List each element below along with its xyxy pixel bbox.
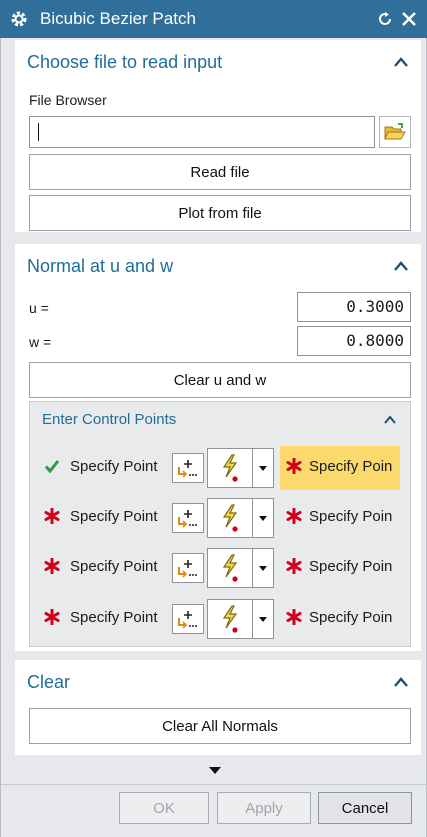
- read-file-button[interactable]: Read file: [29, 154, 411, 190]
- normal-section-header[interactable]: Normal at u and w: [15, 244, 421, 288]
- point-type-dropdown[interactable]: [252, 548, 274, 588]
- control-points-group: Enter Control Points Specify Point Specif…: [29, 401, 411, 647]
- inferred-point-button[interactable]: [207, 448, 253, 488]
- title-bar: Bicubic Bezier Patch: [0, 0, 427, 38]
- control-points-header[interactable]: Enter Control Points: [30, 402, 410, 436]
- section-title: Choose file to read input: [27, 51, 223, 72]
- required-star-icon: [286, 609, 302, 625]
- file-input-section: Choose file to read input File Browser R…: [15, 40, 421, 232]
- control-point-row: Specify Point Specify Poin: [30, 597, 412, 639]
- point-dialog-button[interactable]: [172, 553, 204, 583]
- close-icon[interactable]: [399, 8, 419, 30]
- chevron-down-icon: [208, 767, 221, 774]
- required-star-icon: [44, 508, 60, 524]
- more-options-expander[interactable]: [1, 762, 427, 780]
- point-type-dropdown[interactable]: [252, 599, 274, 639]
- file-path-input[interactable]: [29, 116, 375, 148]
- w-value-input[interactable]: 0.8000: [297, 326, 411, 356]
- footer-divider: [1, 784, 427, 785]
- checkmark-icon: [44, 458, 60, 474]
- control-point-row: Specify Point Specify Poin: [30, 546, 412, 588]
- specify-point-label[interactable]: Specify Poin: [309, 558, 392, 575]
- u-value-input[interactable]: 0.3000: [297, 292, 411, 322]
- point-dialog-button[interactable]: [172, 453, 204, 483]
- specify-point-label[interactable]: Specify Point: [70, 458, 158, 475]
- required-star-icon: [286, 458, 302, 474]
- dialog-title: Bicubic Bezier Patch: [40, 9, 196, 28]
- point-dialog-button[interactable]: [172, 604, 204, 634]
- control-point-row: Specify Point Specify Poin: [30, 496, 412, 538]
- folder-open-icon: [384, 123, 406, 140]
- inferred-point-button[interactable]: [207, 548, 253, 588]
- file-browser-label: File Browser: [29, 92, 107, 108]
- gear-icon[interactable]: [8, 8, 30, 30]
- specify-point-label[interactable]: Specify Poin: [309, 458, 392, 475]
- clear-section: Clear Clear All Normals: [15, 660, 421, 755]
- chevron-up-icon[interactable]: [393, 675, 409, 689]
- cancel-button[interactable]: Cancel: [318, 792, 412, 824]
- group-title: Enter Control Points: [42, 410, 177, 428]
- point-type-dropdown[interactable]: [252, 448, 274, 488]
- point-dialog-button[interactable]: [172, 503, 204, 533]
- specify-point-label[interactable]: Specify Poin: [309, 508, 392, 525]
- w-label: w =: [29, 334, 52, 350]
- section-title: Clear: [27, 671, 71, 692]
- u-label: u =: [29, 300, 49, 316]
- chevron-up-icon[interactable]: [393, 55, 409, 69]
- specify-point-label[interactable]: Specify Poin: [309, 609, 392, 626]
- clear-section-header[interactable]: Clear: [15, 660, 421, 704]
- text-cursor: [38, 123, 39, 141]
- dialog-body: Choose file to read input File Browser R…: [0, 38, 427, 837]
- required-star-icon: [44, 609, 60, 625]
- required-star-icon: [286, 508, 302, 524]
- clear-u-w-button[interactable]: Clear u and w: [29, 362, 411, 398]
- chevron-up-icon[interactable]: [393, 259, 409, 273]
- required-star-icon: [44, 558, 60, 574]
- point-type-dropdown[interactable]: [252, 498, 274, 538]
- specify-point-label[interactable]: Specify Point: [70, 609, 158, 626]
- file-input-section-header[interactable]: Choose file to read input: [15, 40, 421, 84]
- folder-open-button[interactable]: [379, 116, 411, 148]
- specify-point-label[interactable]: Specify Point: [70, 508, 158, 525]
- clear-all-normals-button[interactable]: Clear All Normals: [29, 708, 411, 744]
- control-point-row: Specify Point Specify Poin: [30, 446, 412, 490]
- inferred-point-button[interactable]: [207, 599, 253, 639]
- chevron-up-icon[interactable]: [382, 412, 398, 426]
- required-star-icon: [286, 558, 302, 574]
- ok-button[interactable]: OK: [119, 792, 209, 824]
- specify-point-label[interactable]: Specify Point: [70, 558, 158, 575]
- reset-icon[interactable]: [375, 8, 395, 30]
- section-title: Normal at u and w: [27, 255, 174, 276]
- plot-from-file-button[interactable]: Plot from file: [29, 195, 411, 231]
- inferred-point-button[interactable]: [207, 498, 253, 538]
- apply-button[interactable]: Apply: [217, 792, 311, 824]
